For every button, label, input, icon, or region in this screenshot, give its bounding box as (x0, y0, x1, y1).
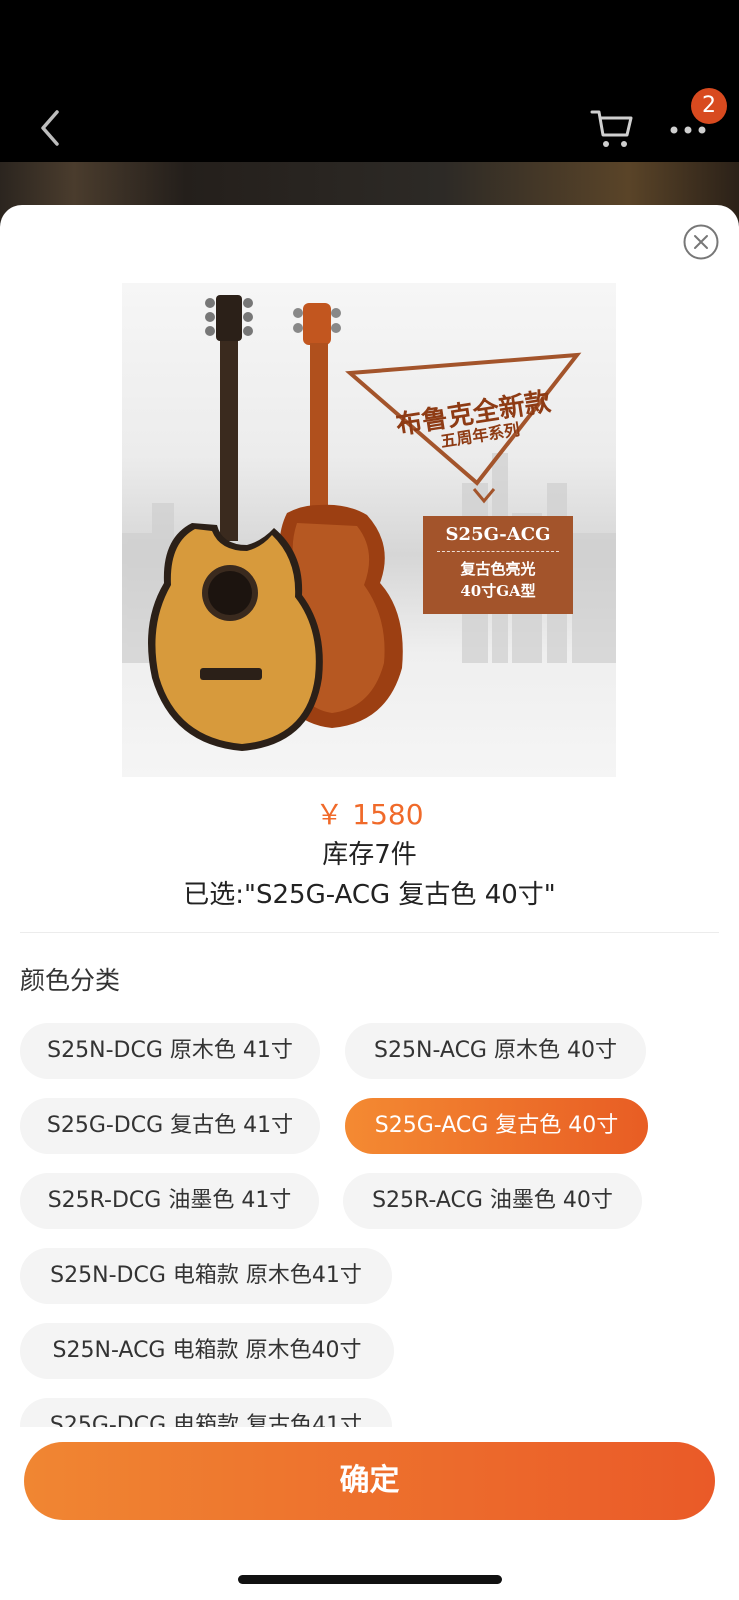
model-info-box: S25G-ACG 复古色亮光 40寸GA型 (423, 516, 573, 614)
color-category-title: 颜色分类 (20, 966, 121, 995)
option-chip[interactable]: S25N-DCG 原木色 41寸 (20, 1023, 320, 1079)
close-button[interactable] (683, 224, 719, 260)
divider (20, 932, 719, 933)
option-chip[interactable]: S25G-DCG 复古色 41寸 (20, 1098, 320, 1154)
cart-count-badge: 2 (691, 88, 727, 124)
back-button[interactable] (34, 106, 64, 150)
model-desc-line-1: 复古色亮光 (460, 560, 536, 578)
option-chip[interactable]: S25R-DCG 油墨色 41寸 (20, 1173, 319, 1229)
home-indicator (238, 1575, 502, 1584)
price: ￥ 1580 (315, 798, 424, 831)
selected-variant: 已选:"S25G-ACG 复古色 40寸" (183, 880, 556, 910)
option-chip[interactable]: S25N-ACG 电箱款 原木色40寸 (20, 1323, 394, 1379)
back-icon (41, 110, 59, 146)
model-code: S25G-ACG (437, 524, 559, 552)
stock-count: 库存7件 (322, 840, 417, 870)
option-chip-selected[interactable]: S25G-ACG 复古色 40寸 (345, 1098, 648, 1154)
model-desc-line-2: 40寸GA型 (460, 582, 536, 600)
option-chip[interactable]: S25N-DCG 电箱款 原木色41寸 (20, 1248, 392, 1304)
cart-button[interactable] (590, 106, 634, 150)
option-chip[interactable]: S25R-ACG 油墨色 40寸 (343, 1173, 642, 1229)
confirm-button[interactable]: 确定 (24, 1442, 715, 1520)
cart-icon (590, 110, 633, 147)
option-chip[interactable]: S25N-ACG 原木色 40寸 (345, 1023, 646, 1079)
close-icon (683, 224, 719, 260)
